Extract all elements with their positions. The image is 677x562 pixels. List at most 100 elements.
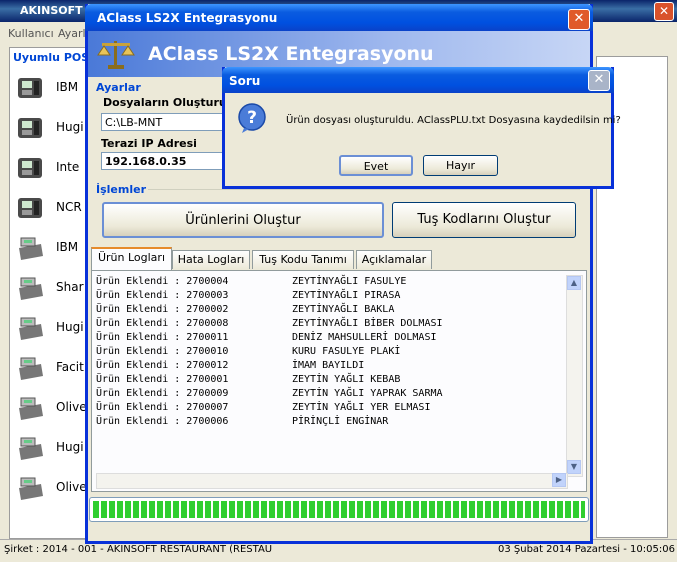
aclass-title: AClass LS2X Entegrasyonu bbox=[97, 11, 278, 25]
close-icon[interactable]: ✕ bbox=[588, 70, 610, 91]
folder-label: Dosyaların Oluşturula bbox=[103, 96, 238, 109]
log-entry-product: DENİZ MAHSULLERİ DOLMASI bbox=[292, 332, 437, 343]
pos-item[interactable]: Facit bbox=[15, 352, 87, 386]
dialog-titlebar: Soru ✕ bbox=[222, 67, 614, 93]
log-entry-code: Ürün Eklendi : 2700012 bbox=[96, 360, 229, 371]
log-entry-product: KURU FASULYE PLAKİ bbox=[292, 346, 401, 357]
tab-descriptions[interactable]: Açıklamalar bbox=[356, 250, 432, 269]
pos-item-label: Hugi bbox=[56, 440, 84, 454]
pos-item-label: Olive bbox=[56, 480, 87, 494]
scale-icon bbox=[15, 114, 45, 142]
log-entry-product: İMAM BAYILDI bbox=[292, 360, 365, 371]
pos-item-label: Inte bbox=[56, 160, 80, 174]
pos-item-label: IBM bbox=[56, 240, 79, 254]
product-log-text[interactable]: Ürün Eklendi : 2700004 ZEYTİNYAĞLI FASULY… bbox=[96, 275, 566, 473]
cash-register-icon bbox=[15, 234, 45, 262]
tab-key-code-definition[interactable]: Tuş Kodu Tanımı bbox=[252, 250, 354, 269]
log-row: Ürün Eklendi : 2700012 İMAM BAYILDI bbox=[96, 359, 566, 373]
cash-register-icon bbox=[15, 354, 45, 382]
log-entry-product: ZEYTİNYAĞLI BİBER DOLMASI bbox=[292, 318, 443, 329]
create-products-button[interactable]: Ürünlerini Oluştur bbox=[102, 202, 384, 238]
cash-register-icon bbox=[15, 274, 45, 302]
progress-fill bbox=[93, 501, 585, 518]
pos-item-label: Facit bbox=[56, 360, 84, 374]
menu-item-settings[interactable]: Ayarl bbox=[58, 27, 86, 40]
progress-bar bbox=[89, 497, 589, 522]
log-entry-code: Ürün Eklendi : 2700010 bbox=[96, 346, 229, 357]
log-entry-code: Ürün Eklendi : 2700004 bbox=[96, 276, 229, 287]
log-row: Ürün Eklendi : 2700009 ZEYTİN YAĞLI YAPRA… bbox=[96, 387, 566, 401]
main-window-title: AKINSOFT bbox=[20, 4, 83, 17]
pos-item[interactable]: Hugi bbox=[15, 432, 87, 466]
product-log-panel: Ürün Eklendi : 2700004 ZEYTİNYAĞLI FASULY… bbox=[91, 270, 587, 492]
pos-item[interactable]: Shar bbox=[15, 272, 87, 306]
scroll-down-icon[interactable]: ▼ bbox=[567, 460, 581, 474]
log-row: Ürün Eklendi : 2700006 PİRİNÇLİ ENGİNAR bbox=[96, 415, 566, 429]
pos-item[interactable]: Hugi bbox=[15, 112, 87, 146]
log-entry-product: ZEYTİN YAĞLI KEBAB bbox=[292, 374, 401, 385]
log-entry-code: Ürün Eklendi : 2700007 bbox=[96, 402, 229, 413]
settings-group-label: Ayarlar bbox=[96, 81, 141, 94]
svg-text:?: ? bbox=[247, 108, 257, 128]
log-entry-product: ZEYTİN YAĞLI YAPRAK SARMA bbox=[292, 388, 443, 399]
create-key-codes-button[interactable]: Tuş Kodlarını Oluştur bbox=[392, 202, 576, 238]
log-row: Ürün Eklendi : 2700003 ZEYTİNYAĞLI PIRASA bbox=[96, 289, 566, 303]
pos-item-label: Hugi bbox=[56, 320, 84, 334]
log-entry-code: Ürün Eklendi : 2700006 bbox=[96, 416, 229, 427]
pos-item-label: IBM bbox=[56, 80, 79, 94]
status-date: 03 Şubat 2014 Pazartesi - 10:05:06 bbox=[498, 544, 675, 555]
ip-label: Terazi IP Adresi bbox=[101, 137, 197, 150]
pos-item-label: Hugi bbox=[56, 120, 84, 134]
scale-icon bbox=[15, 74, 45, 102]
pos-item[interactable]: Hugi bbox=[15, 312, 87, 346]
tab-error-logs[interactable]: Hata Logları bbox=[172, 250, 250, 269]
log-row: Ürün Eklendi : 2700001 ZEYTİN YAĞLI KEBAB bbox=[96, 373, 566, 387]
log-row: Ürün Eklendi : 2700007 ZEYTİN YAĞLI YER E… bbox=[96, 401, 566, 415]
no-button[interactable]: Hayır bbox=[423, 155, 498, 176]
scroll-up-icon[interactable]: ▲ bbox=[567, 276, 581, 290]
cash-register-icon bbox=[15, 314, 45, 342]
scroll-right-icon[interactable]: ▶ bbox=[552, 473, 566, 487]
close-icon[interactable]: ✕ bbox=[654, 2, 674, 21]
log-entry-code: Ürün Eklendi : 2700001 bbox=[96, 374, 229, 385]
log-entry-product: PİRİNÇLİ ENGİNAR bbox=[292, 416, 389, 427]
pos-item[interactable]: Inte bbox=[15, 152, 87, 186]
pos-item[interactable]: IBM bbox=[15, 232, 87, 266]
pos-item-label: Olive bbox=[56, 400, 87, 414]
ip-input[interactable]: 192.168.0.35 bbox=[101, 152, 225, 170]
pos-item[interactable]: NCR bbox=[15, 192, 87, 226]
log-row: Ürün Eklendi : 2700002 ZEYTİNYAĞLI BAKLA bbox=[96, 303, 566, 317]
horizontal-scrollbar[interactable]: ▶ bbox=[96, 473, 568, 489]
cash-register-icon bbox=[15, 434, 45, 462]
log-entry-product: ZEYTİNYAĞLI BAKLA bbox=[292, 304, 395, 315]
vertical-scrollbar[interactable]: ▲ ▼ bbox=[566, 275, 583, 477]
log-entry-product: ZEYTİNYAĞLI FASULYE bbox=[292, 276, 407, 287]
scale-icon bbox=[15, 154, 45, 182]
pos-item[interactable]: Olive bbox=[15, 472, 87, 506]
log-row: Ürün Eklendi : 2700010 KURU FASULYE PLAKİ bbox=[96, 345, 566, 359]
folder-input[interactable]: C:\LB-MNT bbox=[101, 113, 225, 131]
pos-panel-title: Uyumlu POS bbox=[13, 51, 90, 64]
log-row: Ürün Eklendi : 2700004 ZEYTİNYAĞLI FASULY… bbox=[96, 275, 566, 289]
dialog-title: Soru bbox=[229, 74, 261, 88]
status-company: Şirket : 2014 - 001 - AKINSOFT RESTAURAN… bbox=[4, 544, 273, 555]
tab-product-logs[interactable]: Ürün Logları bbox=[91, 247, 172, 270]
pos-item[interactable]: Olive bbox=[15, 392, 87, 426]
menu-item-user[interactable]: Kullanıcı bbox=[8, 27, 54, 40]
log-entry-code: Ürün Eklendi : 2700009 bbox=[96, 388, 229, 399]
log-row: Ürün Eklendi : 2700008 ZEYTİNYAĞLI BİBER … bbox=[96, 317, 566, 331]
log-entry-code: Ürün Eklendi : 2700003 bbox=[96, 290, 229, 301]
close-icon[interactable]: ✕ bbox=[568, 9, 590, 30]
log-entry-code: Ürün Eklendi : 2700011 bbox=[96, 332, 229, 343]
banner-text: AClass LS2X Entegrasyonu bbox=[148, 43, 434, 65]
pos-item[interactable]: IBM bbox=[15, 72, 87, 106]
pos-item-label: Shar bbox=[56, 280, 84, 294]
log-entry-product: ZEYTİNYAĞLI PIRASA bbox=[292, 290, 401, 301]
actions-group-label: İşlemler bbox=[96, 183, 146, 196]
scale-balance-icon bbox=[97, 41, 135, 69]
log-row: Ürün Eklendi : 2700011 DENİZ MAHSULLERİ D… bbox=[96, 331, 566, 345]
log-entry-code: Ürün Eklendi : 2700002 bbox=[96, 304, 229, 315]
question-icon: ? bbox=[238, 103, 266, 133]
scale-icon bbox=[15, 194, 45, 222]
yes-button[interactable]: Evet bbox=[339, 155, 413, 176]
